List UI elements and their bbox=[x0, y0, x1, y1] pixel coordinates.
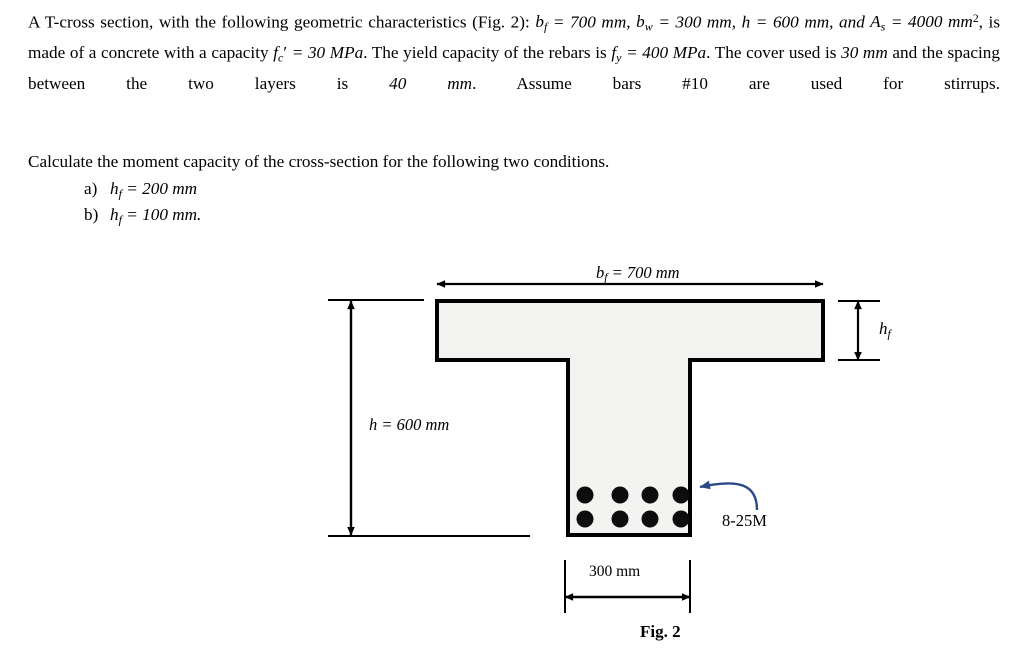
rebar-dot bbox=[576, 510, 594, 528]
text-layers-b: . Assume bars #10 are used for stirrups. bbox=[472, 74, 1000, 94]
tbeam-outline bbox=[435, 299, 825, 537]
rebar-dot bbox=[641, 510, 659, 528]
conditions-list: a) hf = 200 mm b) hf = 100 mm. bbox=[84, 176, 201, 228]
text-cover-a: . The cover used is bbox=[706, 43, 842, 63]
list-item-a: a) hf = 200 mm bbox=[84, 176, 201, 202]
symbol-As: As bbox=[870, 12, 886, 34]
value-spacing: 40 mm bbox=[389, 74, 473, 94]
symbol-hf-b: hf bbox=[110, 205, 122, 227]
rebar-dot bbox=[611, 486, 629, 504]
symbol-hf-a: hf bbox=[110, 179, 122, 201]
problem-paragraph-1: A T-cross section, with the following ge… bbox=[28, 6, 1000, 98]
value-cover: 30 mm bbox=[841, 43, 888, 63]
equals-4: = bbox=[885, 12, 909, 32]
problem-statement: A T-cross section, with the following ge… bbox=[28, 6, 1000, 98]
rebar-dot bbox=[641, 486, 659, 504]
symbol-h: h bbox=[741, 12, 751, 32]
list-marker-b: b) bbox=[84, 205, 99, 224]
concrete-texture bbox=[437, 301, 823, 535]
list-marker-a: a) bbox=[84, 179, 98, 198]
tbeam-border bbox=[435, 299, 825, 537]
symbol-bf: bf bbox=[535, 12, 548, 34]
rebar-group bbox=[576, 486, 690, 528]
rebar-dot bbox=[672, 486, 690, 504]
calculate-instruction: Calculate the moment capacity of the cro… bbox=[28, 152, 610, 171]
symbol-fc: fc′ bbox=[273, 43, 288, 65]
rebar-dot bbox=[576, 486, 594, 504]
text-intro: A T-cross section, with the following ge… bbox=[28, 12, 536, 32]
symbol-bw: bw bbox=[636, 12, 653, 34]
comma-2: , bbox=[731, 12, 742, 32]
value-hf-b: 100 mm. bbox=[142, 205, 202, 224]
rebar-dot bbox=[611, 510, 629, 528]
equals-b: = bbox=[121, 205, 143, 224]
label-flange-depth: hf bbox=[879, 319, 891, 341]
value-hf-a: 200 mm bbox=[142, 179, 198, 198]
value-bw: 300 mm bbox=[675, 12, 732, 32]
text-the-1: . The bbox=[363, 43, 404, 63]
figure-caption: Fig. 2 bbox=[640, 622, 681, 641]
rebar-dot bbox=[672, 510, 690, 528]
text-yield: yield capacity of the rebars is bbox=[403, 43, 612, 63]
equals-6: = bbox=[621, 43, 643, 63]
label-rebar-callout: 8-25M bbox=[722, 511, 767, 530]
value-As: 4000 mm2 bbox=[908, 12, 979, 32]
tbeam-fill bbox=[437, 301, 823, 535]
text-and: and bbox=[839, 12, 871, 32]
value-bf: 700 mm bbox=[570, 12, 627, 32]
value-fc: 30 MPa bbox=[307, 43, 364, 63]
tbeam-cross-section-figure bbox=[328, 280, 880, 613]
label-section-height: h = 600 mm bbox=[369, 415, 450, 434]
value-fy: 400 MPa bbox=[642, 43, 707, 63]
equals-2: = bbox=[652, 12, 676, 32]
equals-5: = bbox=[287, 43, 308, 63]
equals-3: = bbox=[750, 12, 773, 32]
rebar-callout-arrow bbox=[699, 480, 759, 511]
comma-3: , bbox=[829, 12, 840, 32]
text-layers-a: two layers is bbox=[188, 74, 390, 94]
symbol-fy: fy bbox=[611, 43, 622, 65]
label-flange-width: bf = 700 mm bbox=[596, 263, 680, 285]
equals-a: = bbox=[121, 179, 143, 198]
comma-1: , bbox=[626, 12, 637, 32]
label-web-width: 300 mm bbox=[589, 563, 641, 580]
equals-1: = bbox=[547, 12, 571, 32]
value-h: 600 mm bbox=[772, 12, 830, 32]
list-item-b: b) hf = 100 mm. bbox=[84, 202, 201, 228]
